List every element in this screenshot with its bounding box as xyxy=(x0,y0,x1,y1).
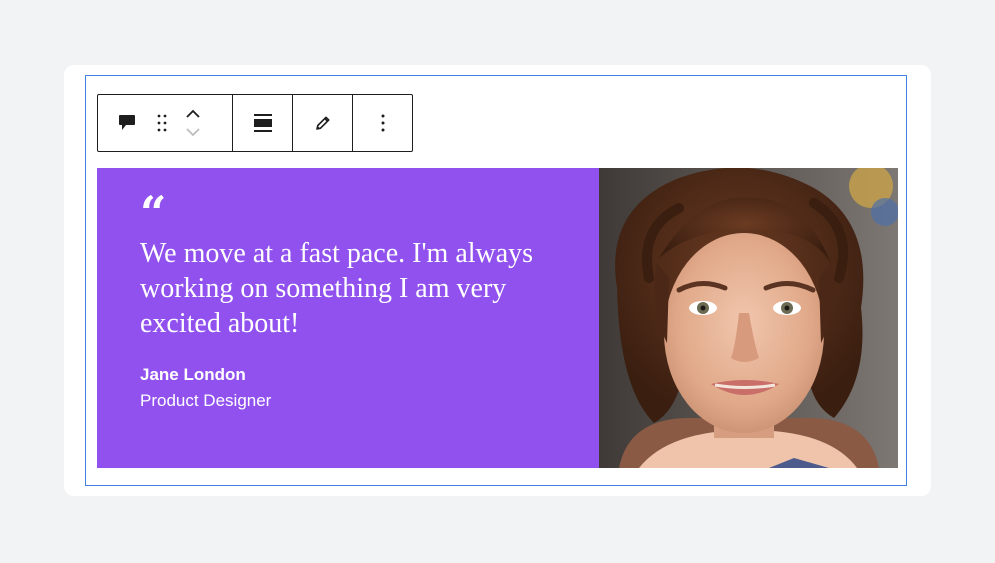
move-down-button[interactable] xyxy=(180,123,206,143)
quote-panel[interactable]: “ We move at a fast pace. I'm always wor… xyxy=(97,168,599,468)
pencil-icon xyxy=(315,116,329,130)
align-full-icon xyxy=(253,114,272,132)
align-button[interactable] xyxy=(234,95,292,151)
options-button[interactable] xyxy=(354,95,412,151)
chevron-up-icon xyxy=(186,109,200,118)
toolbar-group-options xyxy=(352,95,412,151)
move-up-button[interactable] xyxy=(180,103,206,123)
quote-text[interactable]: We move at a fast pace. I'm always worki… xyxy=(140,236,580,341)
toolbar-group-align xyxy=(232,95,292,151)
speech-bubble-icon xyxy=(119,115,135,130)
block-mover xyxy=(180,103,206,143)
chevron-down-icon xyxy=(186,128,200,137)
quote-mark-icon: “ xyxy=(140,186,167,240)
author-role[interactable]: Product Designer xyxy=(140,391,271,411)
toolbar-group-block xyxy=(98,95,232,151)
block-toolbar xyxy=(97,94,413,152)
more-vertical-icon xyxy=(381,114,384,132)
portrait-image xyxy=(599,168,898,468)
block-type-button[interactable] xyxy=(110,103,144,143)
author-photo[interactable] xyxy=(599,168,898,468)
author-name[interactable]: Jane London xyxy=(140,365,246,385)
drag-handle-button[interactable] xyxy=(144,103,180,143)
toolbar-group-edit xyxy=(292,95,352,151)
edit-button[interactable] xyxy=(294,95,352,151)
testimonial-block[interactable]: “ We move at a fast pace. I'm always wor… xyxy=(97,168,898,468)
drag-dots-icon xyxy=(157,114,167,132)
